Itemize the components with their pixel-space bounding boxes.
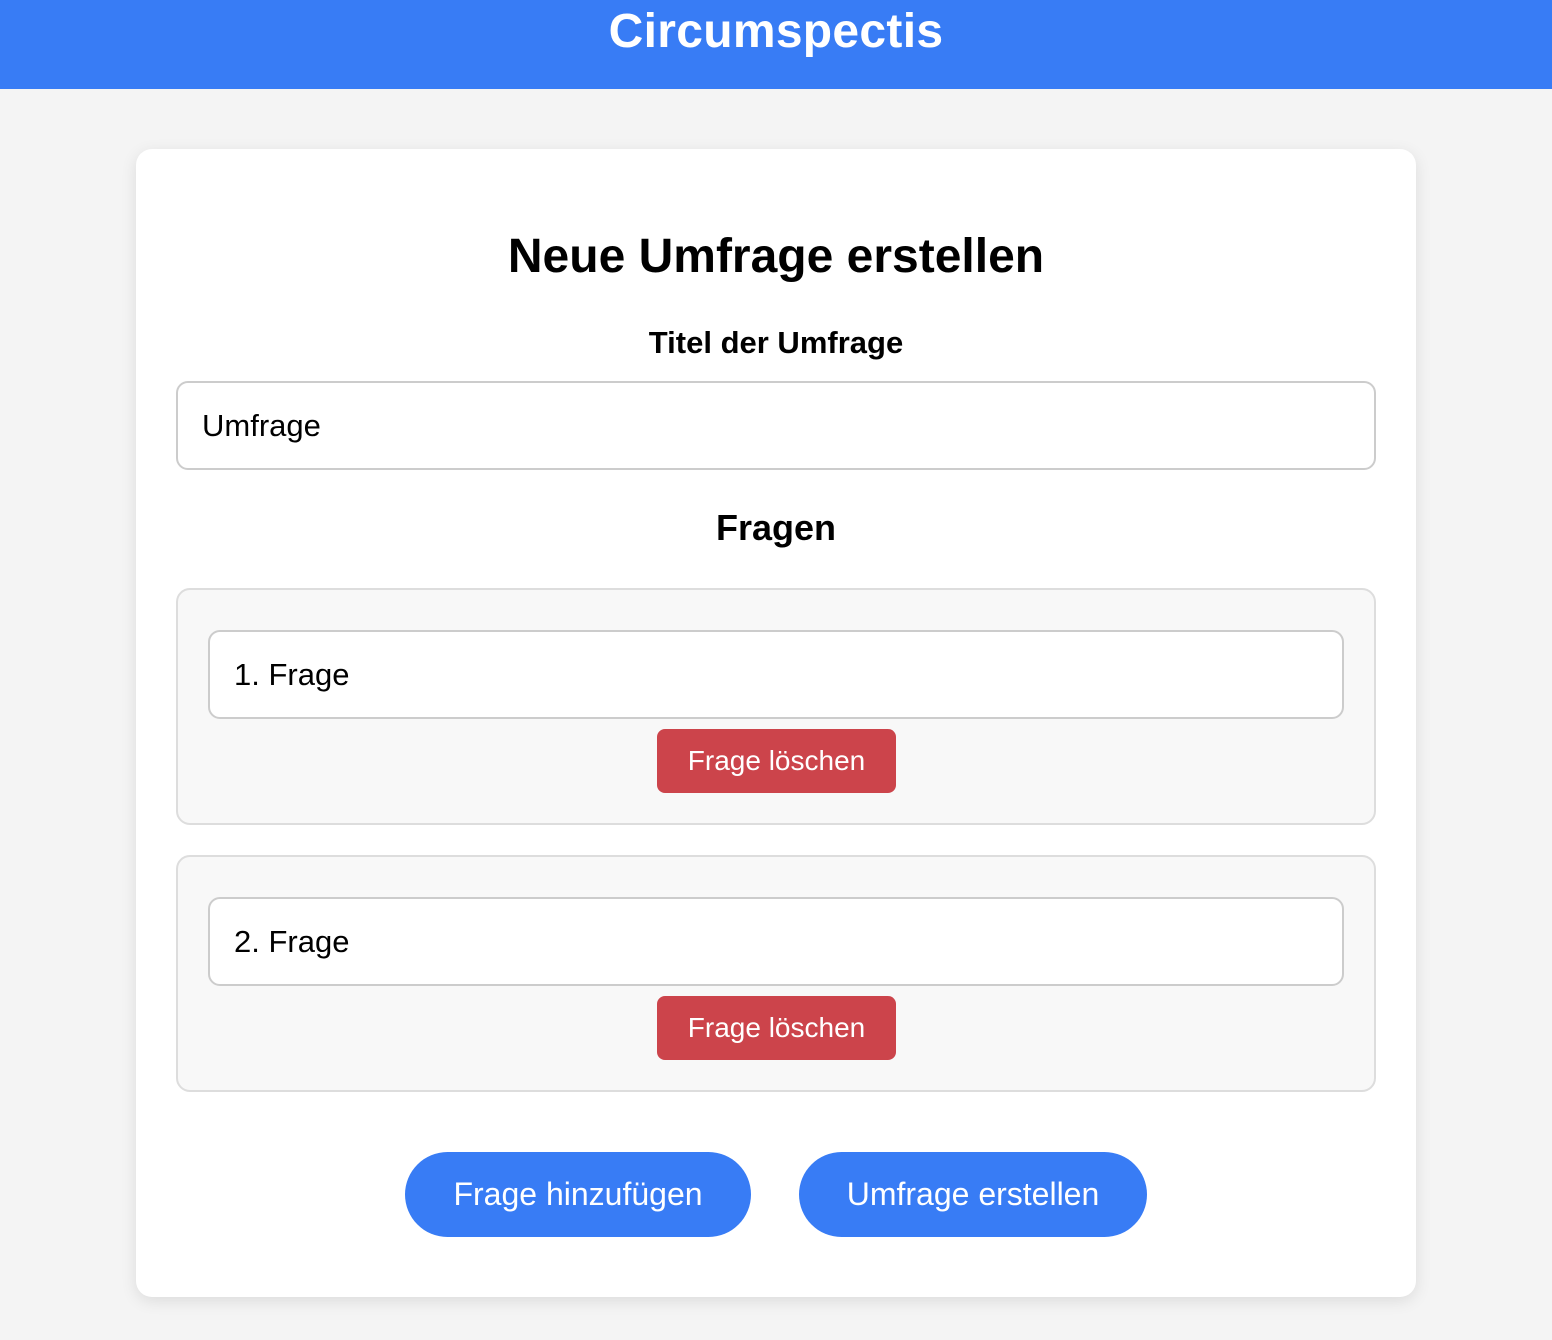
app-header: Circumspectis — [0, 0, 1552, 89]
delete-question-button[interactable]: Frage löschen — [657, 996, 896, 1060]
page-title: Neue Umfrage erstellen — [507, 230, 1045, 283]
question-input[interactable] — [208, 630, 1344, 719]
survey-form-card: Neue Umfrage erstellen Titel der Umfrage… — [136, 149, 1416, 1297]
app-title: Circumspectis — [608, 5, 944, 58]
question-input[interactable] — [208, 897, 1344, 986]
add-question-button[interactable]: Frage hinzufügen — [405, 1152, 751, 1237]
question-block: Frage löschen — [176, 855, 1376, 1092]
create-survey-button[interactable]: Umfrage erstellen — [799, 1152, 1147, 1237]
questions-heading: Fragen — [715, 507, 837, 548]
question-block: Frage löschen — [176, 588, 1376, 825]
survey-title-label: Titel der Umfrage — [648, 325, 904, 360]
survey-title-input[interactable] — [176, 381, 1376, 470]
delete-question-button[interactable]: Frage löschen — [657, 729, 896, 793]
